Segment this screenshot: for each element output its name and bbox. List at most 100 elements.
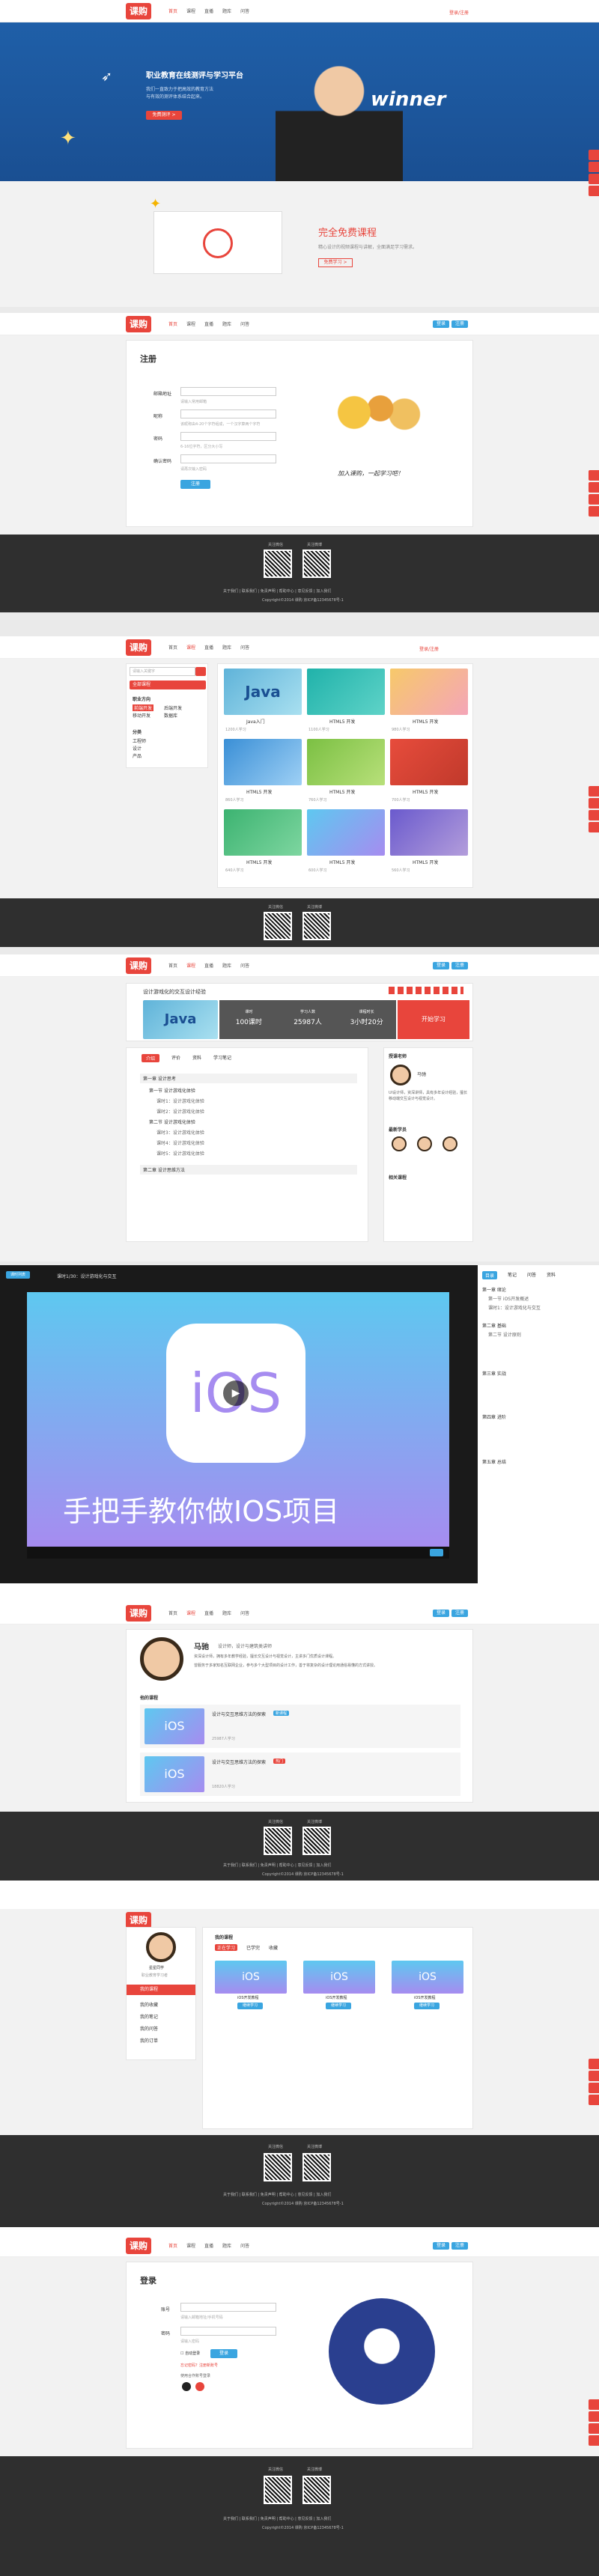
nav-course[interactable]: 课程 [186, 1610, 195, 1616]
logo[interactable]: 课购 [126, 3, 151, 19]
nav-question-bank[interactable]: 题库 [222, 1610, 231, 1616]
nav-home[interactable]: 首页 [168, 1610, 177, 1616]
side-item[interactable]: 课时1：设计游戏化与交互 [488, 1304, 541, 1311]
nav-live[interactable]: 直播 [204, 2242, 213, 2249]
login-button[interactable]: 登录 [433, 962, 449, 969]
logo[interactable]: 课购 [126, 957, 151, 974]
menu-item-favorites[interactable]: 我的收藏 [140, 2001, 158, 2008]
hero-button[interactable]: 免费测评 > [146, 111, 182, 120]
teacher-course-row[interactable]: iOS 设计与交互思维方法的探索 热门 18820人学习 [140, 1753, 460, 1796]
search-button[interactable] [195, 667, 206, 676]
section-item[interactable]: 第一节 设计游戏化体验 [149, 1087, 195, 1094]
register-button[interactable]: 注册 [451, 962, 468, 969]
lesson-item[interactable]: 课时3：设计游戏化体验 [156, 1129, 204, 1136]
side-toolbar[interactable] [589, 786, 599, 834]
teacher-name[interactable]: 马驰 [417, 1071, 426, 1077]
tab-finished[interactable]: 已学完 [246, 1944, 260, 1951]
section-item[interactable]: 第二节 设计游戏化体验 [149, 1118, 195, 1125]
my-course-card[interactable]: iOS iOS开发教程 继续学习 [303, 1961, 375, 2010]
filter-item[interactable]: 前端开发 [133, 704, 154, 711]
side-item[interactable]: 第五章 总结 [482, 1458, 506, 1465]
logo[interactable]: 课购 [126, 316, 151, 332]
nav-course[interactable]: 课程 [186, 320, 195, 327]
course-card[interactable]: HTML5 开发 980人学习 [390, 669, 468, 736]
course-card[interactable]: HTML5 开发 700人学习 [390, 739, 468, 806]
chapter-heading[interactable]: 第二章 设计思维方法 [140, 1165, 357, 1175]
tab-catalog[interactable]: 目录 [482, 1271, 498, 1279]
login-button[interactable]: 登录 [433, 320, 449, 328]
nav-live[interactable]: 直播 [204, 644, 213, 651]
chapter-heading[interactable]: 第一章 设计思考 [140, 1074, 357, 1083]
nickname-field[interactable] [180, 409, 276, 418]
nav-home[interactable]: 首页 [168, 2242, 177, 2249]
my-course-card[interactable]: iOS iOS开发教程 继续学习 [215, 1961, 287, 2010]
course-card[interactable]: HTML5 开发 600人学习 [307, 809, 385, 877]
side-item[interactable]: 第二节 设计原则 [488, 1331, 521, 1338]
nav-question-bank[interactable]: 题库 [222, 644, 231, 651]
filter-item[interactable]: 工程师 [133, 737, 146, 744]
nav-course[interactable]: 课程 [186, 644, 195, 651]
nav-live[interactable]: 直播 [204, 962, 213, 969]
email-field[interactable] [180, 387, 276, 396]
tab-collected[interactable]: 收藏 [269, 1944, 278, 1951]
footer-links[interactable]: 关于我们 | 联系我们 | 免责声明 | 帮助中心 | 意见反馈 | 加入我们 [223, 588, 331, 594]
side-toolbar[interactable] [589, 2059, 599, 2107]
search-input[interactable]: 请输入关键字 [130, 667, 195, 676]
lesson-item[interactable]: 课时5：设计游戏化体验 [156, 1150, 204, 1157]
start-learning-button[interactable]: 开始学习 [398, 1000, 469, 1039]
confirm-password-field[interactable] [180, 454, 276, 463]
lesson-list-badge[interactable]: 课时列表 [6, 1271, 30, 1279]
fullscreen-button[interactable] [430, 1549, 443, 1556]
login-link[interactable]: 登录/注册 [449, 9, 469, 16]
course-card[interactable]: HTML5 开发 1100人学习 [307, 669, 385, 736]
login-button[interactable]: 登录 [433, 2242, 449, 2250]
student-avatar[interactable] [443, 1136, 457, 1151]
nav-question-bank[interactable]: 题库 [222, 2242, 231, 2249]
my-course-card[interactable]: iOS iOS开发教程 继续学习 [392, 1961, 463, 2010]
nav-course[interactable]: 课程 [186, 2242, 195, 2249]
filter-item[interactable]: 后端开发 [164, 704, 182, 711]
password-field[interactable] [180, 2327, 276, 2336]
side-item[interactable]: 第四章 进阶 [482, 1413, 506, 1420]
nav-course[interactable]: 课程 [186, 962, 195, 969]
lesson-item[interactable]: 课时2：设计游戏化体验 [156, 1108, 204, 1115]
tab-qa[interactable]: 问答 [527, 1271, 536, 1279]
weibo-icon[interactable] [195, 2382, 204, 2391]
menu-item-qa[interactable]: 我的问答 [140, 2025, 158, 2032]
side-item[interactable]: 第一章 绪论 [482, 1286, 506, 1293]
nav-course[interactable]: 课程 [186, 7, 195, 14]
logo[interactable]: 课购 [126, 1605, 151, 1622]
menu-item-notes[interactable]: 我的笔记 [140, 2013, 158, 2020]
password-field[interactable] [180, 432, 276, 441]
nav-question-bank[interactable]: 题库 [222, 320, 231, 327]
course-card[interactable]: HTML5 开发 760人学习 [307, 739, 385, 806]
video-area[interactable]: iOS ▶ 手把手教你做IOS项目 [27, 1292, 449, 1547]
continue-button[interactable]: 继续学习 [414, 2003, 440, 2009]
filter-item[interactable]: 设计 [133, 745, 142, 752]
nav-home[interactable]: 首页 [168, 7, 177, 14]
logo[interactable]: 课购 [126, 2238, 151, 2254]
nav-home[interactable]: 首页 [168, 644, 177, 651]
course-card[interactable]: Java Java入门 1200人学习 [224, 669, 302, 736]
nav-live[interactable]: 直播 [204, 1610, 213, 1616]
menu-item-orders[interactable]: 我的订单 [140, 2037, 158, 2044]
nav-live[interactable]: 直播 [204, 7, 213, 14]
tab-intro[interactable]: 介绍 [142, 1054, 160, 1062]
user-avatar[interactable] [146, 1932, 176, 1962]
side-toolbar[interactable] [589, 470, 599, 518]
account-field[interactable] [180, 2303, 276, 2312]
submit-login-button[interactable]: 登录 [210, 2349, 237, 2358]
filter-item[interactable]: 移动开发 [133, 712, 150, 719]
teacher-avatar[interactable] [390, 1065, 411, 1085]
footer-links[interactable]: 关于我们 | 联系我们 | 免责声明 | 帮助中心 | 意见反馈 | 加入我们 [223, 1863, 331, 1868]
login-button[interactable]: 登录 [433, 1610, 449, 1617]
player-controls[interactable] [27, 1547, 449, 1559]
submit-register-button[interactable]: 注册 [180, 480, 210, 489]
nav-question-bank[interactable]: 题库 [222, 7, 231, 14]
student-avatar[interactable] [392, 1136, 407, 1151]
filter-item[interactable]: 数据库 [164, 712, 177, 719]
nav-qa[interactable]: 问答 [240, 644, 249, 651]
qq-icon[interactable] [182, 2382, 191, 2391]
student-avatar[interactable] [417, 1136, 432, 1151]
side-item[interactable]: 第一节 iOS开发概述 [488, 1295, 529, 1302]
